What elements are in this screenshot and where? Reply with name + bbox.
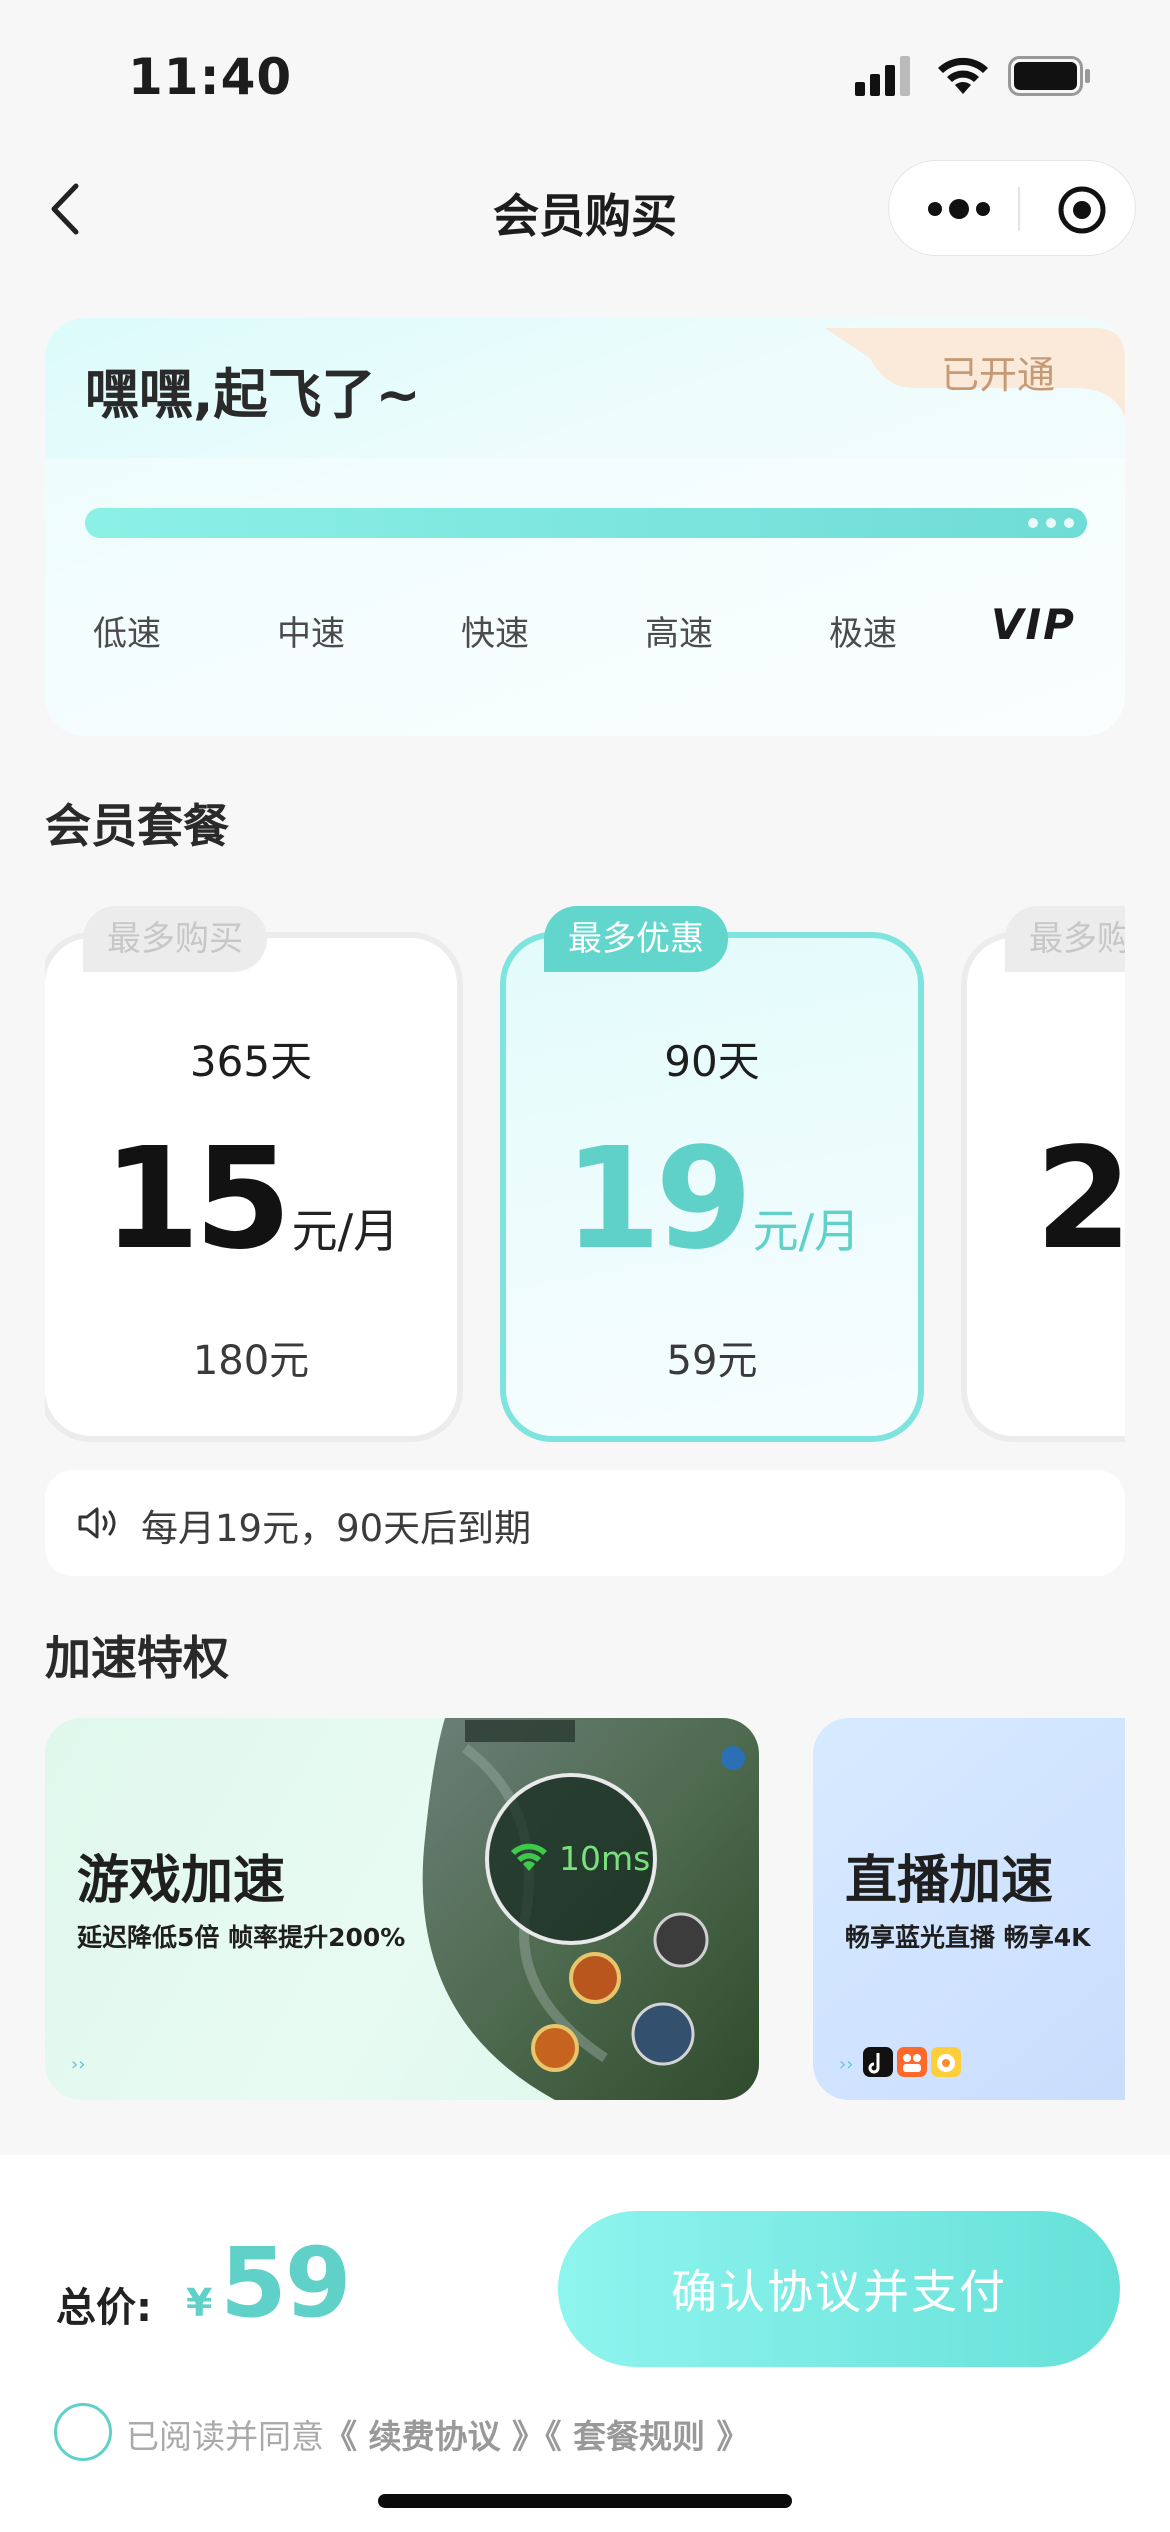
speed-progress-bar xyxy=(85,508,1087,538)
speed-level-fast: 快速 xyxy=(461,614,529,654)
speed-level-low: 低速 xyxy=(93,614,161,654)
plan-duration: 365天 xyxy=(189,1037,313,1086)
progress-dots-icon xyxy=(1028,518,1074,528)
navigation-bar: 会员购买 xyxy=(0,150,1170,268)
confirm-pay-button[interactable]: 确认协议并支付 xyxy=(558,2211,1120,2367)
privilege-title: 直播加速 xyxy=(845,1851,1054,1911)
live-acceleration-card[interactable]: 直播加速 畅享蓝光直播 畅享4K ›› xyxy=(813,1718,1125,2100)
plan-tag: 最多购买 xyxy=(1005,906,1125,972)
latency-wifi-icon xyxy=(511,1843,547,1871)
chevron-right-icon: ›› xyxy=(839,2054,854,2075)
privileges-carousel[interactable]: 10ms 游戏加速 延迟降低5倍 帧率提升200% ›› 直播加速 畅享蓝光直播… xyxy=(45,1718,1125,2100)
speaker-icon xyxy=(78,1507,116,1539)
home-indicator xyxy=(378,2494,792,2508)
plan-card-90[interactable]: 最多优惠 90天 19 元/月 59元 xyxy=(500,906,924,1442)
plan-price-unit: 元/月 xyxy=(752,1204,861,1258)
vip-label: VIP xyxy=(991,600,1076,649)
membership-status-card: 已开通 嘿嘿,起飞了~ 低速 中速 快速 高速 极速 VIP xyxy=(45,318,1125,736)
plan-price: 2 xyxy=(967,1118,1125,1281)
agreement-prefix: 已阅读并同意 xyxy=(126,2417,324,2456)
status-time: 11:40 xyxy=(128,48,293,106)
agreement-text: 已阅读并同意《 续费协议 》《 套餐规则 》 xyxy=(126,2410,749,2458)
plans-carousel[interactable]: 最多购买 365天 15 元/月 180元 最多优惠 90天 19 元/月 59元 … xyxy=(45,900,1125,1460)
plans-section-title: 会员套餐 xyxy=(45,799,229,853)
privilege-title: 游戏加速 xyxy=(77,1851,286,1911)
renewal-agreement-link[interactable]: 《 续费协议 》 xyxy=(324,2417,545,2456)
chevron-right-icon: ›› xyxy=(71,2054,86,2075)
currency-symbol: ¥ xyxy=(186,2281,213,2325)
battery-icon xyxy=(1008,56,1090,96)
plan-tag: 最多购买 xyxy=(83,906,267,972)
plan-total: 180元 xyxy=(192,1338,310,1384)
checkout-bar: 总价: ¥ 59 确认协议并支付 已阅读并同意《 续费协议 》《 套餐规则 》 xyxy=(0,2155,1170,2532)
speed-level-high: 高速 xyxy=(645,614,713,654)
card-headline: 嘿嘿,起飞了~ xyxy=(85,363,421,426)
capsule-divider xyxy=(1018,187,1020,231)
miniprogram-capsule xyxy=(888,160,1136,256)
speed-level-medium: 中速 xyxy=(277,614,345,654)
plan-price-value: 19 xyxy=(563,1118,753,1281)
plan-price-value: 15 xyxy=(102,1118,292,1281)
total-price: 59 xyxy=(220,2227,352,2339)
privilege-subtitle: 延迟降低5倍 帧率提升200% xyxy=(77,1923,406,1952)
plan-card-partial[interactable]: 最多购买 2 xyxy=(961,906,1125,1442)
plan-tag: 最多优惠 xyxy=(544,906,728,972)
status-bar: 11:40 xyxy=(0,0,1170,150)
close-miniprogram-icon[interactable] xyxy=(1057,185,1107,235)
game-acceleration-card[interactable]: 10ms 游戏加速 延迟降低5倍 帧率提升200% ›› xyxy=(45,1718,759,2100)
total-label: 总价: xyxy=(56,2285,152,2331)
plan-price: 19 元/月 xyxy=(506,1118,918,1281)
plan-card-365[interactable]: 最多购买 365天 15 元/月 180元 xyxy=(45,906,463,1442)
more-icon[interactable] xyxy=(925,191,993,227)
agreement-checkbox[interactable] xyxy=(54,2403,112,2461)
notice-text: 每月19元，90天后到期 xyxy=(141,1507,532,1550)
privilege-subtitle: 畅享蓝光直播 畅享4K xyxy=(845,1923,1091,1952)
plan-price-unit: 元/月 xyxy=(291,1204,400,1258)
plan-price: 15 元/月 xyxy=(45,1118,457,1281)
speed-level-extreme: 极速 xyxy=(829,614,897,654)
plan-rules-link[interactable]: 《 套餐规则 》 xyxy=(545,2417,749,2456)
plan-notice: 每月19元，90天后到期 xyxy=(45,1470,1125,1576)
latency-value: 10ms xyxy=(559,1839,651,1878)
cellular-signal-icon xyxy=(855,56,910,96)
latency-badge: 10ms xyxy=(485,1773,657,1945)
wifi-icon xyxy=(938,57,988,94)
plan-duration: 90天 xyxy=(664,1037,760,1086)
opened-badge: 已开通 xyxy=(940,353,1055,397)
plan-total: 59元 xyxy=(666,1338,758,1384)
privileges-section-title: 加速特权 xyxy=(45,1631,229,1685)
live-app-icons xyxy=(863,2047,961,2077)
plan-price-value: 2 xyxy=(1035,1118,1125,1281)
speed-level-labels: 低速 中速 快速 高速 极速 xyxy=(93,606,1093,666)
